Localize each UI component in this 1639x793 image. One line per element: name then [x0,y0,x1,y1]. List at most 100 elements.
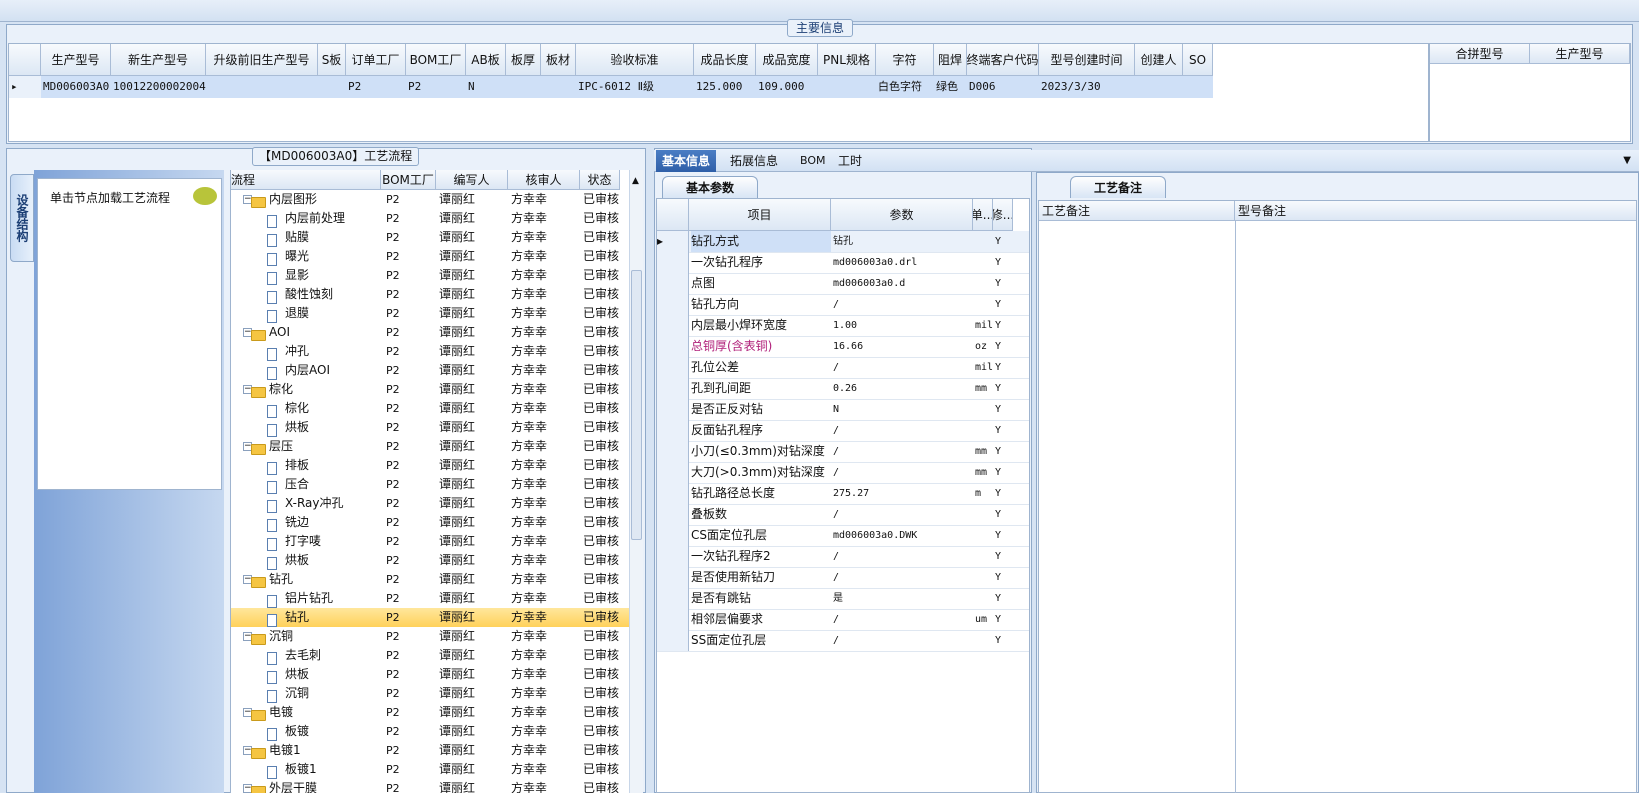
tree-node[interactable]: 沉铜 P2 谭丽红 方幸幸 已审核 [231,684,631,703]
tab-extended-info[interactable]: 拓展信息 [724,150,784,172]
column-header[interactable]: 验收标准 [576,44,694,76]
param-value[interactable]: 275.27 [833,483,973,504]
param-value[interactable]: / [833,567,973,588]
param-row[interactable]: ▸ 钻孔方式 钻孔 Y [657,231,1029,253]
param-row[interactable]: 孔位公差 / mil Y [657,357,1029,379]
table-cell[interactable]: 109.000 [756,76,818,98]
tree-node[interactable]: 内层AOI P2 谭丽红 方幸幸 已审核 [231,361,631,380]
subtab-process-notes[interactable]: 工艺备注 [1070,176,1166,198]
column-header[interactable]: 升级前旧生产型号 [206,44,318,76]
notes-grid[interactable]: 工艺备注 型号备注 [1038,200,1637,793]
param-row[interactable]: 内层最小焊环宽度 1.00 mil Y [657,315,1029,337]
table-cell[interactable]: 2023/3/30 [1039,76,1135,98]
tab-bom[interactable]: BOM [794,150,832,172]
row-selector-header[interactable] [9,44,41,76]
tree-node[interactable]: − 电镀 P2 谭丽红 方幸幸 已审核 [231,703,631,722]
param-value[interactable]: / [833,357,973,378]
row-indicator[interactable] [657,630,689,651]
row-indicator[interactable] [657,273,689,294]
table-cell[interactable] [506,76,541,98]
param-value[interactable]: md006003a0.drl [833,252,973,273]
process-notes-header[interactable]: 工艺备注 [1039,201,1235,220]
param-row[interactable]: 一次钻孔程序2 / Y [657,546,1029,568]
tree-column-header[interactable]: 核审人 [508,170,580,190]
column-header[interactable]: 生产型号 [1530,44,1630,64]
tree-node[interactable]: − 层压 P2 谭丽红 方幸幸 已审核 [231,437,631,456]
tab-basic-info[interactable]: 基本信息 [656,150,717,172]
dropdown-arrow-icon[interactable]: ▼ [1623,155,1631,166]
scroll-thumb[interactable] [631,270,642,540]
table-cell[interactable]: 125.000 [694,76,756,98]
row-indicator[interactable] [657,609,689,630]
subtab-basic-params[interactable]: 基本参数 [662,176,758,198]
tree-node[interactable]: 曝光 P2 谭丽红 方幸幸 已审核 [231,247,631,266]
row-indicator[interactable] [657,399,689,420]
tree-node[interactable]: − 钻孔 P2 谭丽红 方幸幸 已审核 [231,570,631,589]
tree-column-header[interactable]: 编写人 [436,170,508,190]
param-row[interactable]: 叠板数 / Y [657,504,1029,526]
row-indicator[interactable] [657,315,689,336]
row-indicator[interactable] [657,588,689,609]
tree-node[interactable]: 板镀1 P2 谭丽红 方幸幸 已审核 [231,760,631,779]
table-cell[interactable] [818,76,876,98]
row-indicator[interactable] [657,357,689,378]
param-row[interactable]: 钻孔方向 / Y [657,294,1029,316]
tree-node[interactable]: − 内层图形 P2 谭丽红 方幸幸 已审核 [231,190,631,209]
table-cell[interactable] [206,76,318,98]
column-header[interactable]: 合拼型号 [1430,44,1530,64]
column-header[interactable]: 创建人 [1135,44,1183,76]
column-header[interactable]: 板厚 [506,44,541,76]
row-indicator[interactable] [657,462,689,483]
table-cell[interactable]: MD006003A0 [41,76,111,98]
model-notes-header[interactable]: 型号备注 [1235,201,1636,220]
table-cell[interactable]: 绿色 [934,76,967,98]
tree-node[interactable]: 内层前处理 P2 谭丽红 方幸幸 已审核 [231,209,631,228]
param-row[interactable]: 点图 md006003a0.d Y [657,273,1029,295]
process-tree[interactable]: 流程 BOM工厂 编写人 核审人 状态 − 内层图形 P2 谭丽红 方幸幸 已审核 内层前处理 P2 谭… [230,170,643,793]
tree-node[interactable]: 烘板 P2 谭丽红 方幸幸 已审核 [231,665,631,684]
row-indicator[interactable] [657,525,689,546]
param-row[interactable]: 总铜厚(含表铜) 16.66 oz Y [657,336,1029,358]
param-value[interactable]: 钻孔 [833,231,973,252]
device-structure-tab[interactable]: 设备结构 [10,174,34,262]
column-header[interactable]: 生产型号 [41,44,111,76]
table-cell[interactable]: P2 [406,76,466,98]
table-cell[interactable]: 10012200002004 [111,76,206,98]
tree-column-header[interactable]: BOM工厂 [381,170,436,190]
tree-node[interactable]: 显影 P2 谭丽红 方幸幸 已审核 [231,266,631,285]
row-indicator[interactable] [657,420,689,441]
tree-node[interactable]: 钻孔 P2 谭丽红 方幸幸 已审核 [231,608,631,627]
param-row[interactable]: 钻孔路径总长度 275.27 m Y [657,483,1029,505]
table-cell[interactable]: D006 [967,76,1039,98]
main-grid[interactable]: 生产型号 新生产型号 升级前旧生产型号 S板 订单工厂 BOM工厂 AB板 板厚 板材 验收标准成… [8,43,1429,142]
param-column-header[interactable]: 项目 [689,199,831,231]
param-row[interactable]: 相邻层偏要求 / um Y [657,609,1029,631]
tree-node[interactable]: − 沉铜 P2 谭丽红 方幸幸 已审核 [231,627,631,646]
param-value[interactable]: / [833,441,973,462]
table-cell[interactable] [318,76,346,98]
param-row[interactable]: 孔到孔间距 0.26 mm Y [657,378,1029,400]
column-header[interactable]: 成品宽度 [756,44,818,76]
param-value[interactable]: / [833,504,973,525]
param-value[interactable]: md006003a0.d [833,273,973,294]
row-indicator-icon[interactable]: ▸ [9,76,41,98]
param-value[interactable]: 1.00 [833,315,973,336]
param-column-header[interactable]: 参数 [831,199,973,231]
param-row[interactable]: 是否有跳钻 是 Y [657,588,1029,610]
column-header[interactable]: 阻焊 [934,44,967,76]
column-header[interactable]: 订单工厂 [346,44,406,76]
tree-node[interactable]: 棕化 P2 谭丽红 方幸幸 已审核 [231,399,631,418]
tree-node[interactable]: 烘板 P2 谭丽红 方幸幸 已审核 [231,551,631,570]
tree-column-header[interactable]: 流程 [231,170,381,190]
tree-node[interactable]: 去毛刺 P2 谭丽红 方幸幸 已审核 [231,646,631,665]
param-value[interactable]: md006003a0.DWK [833,525,973,546]
tree-node[interactable]: 贴膜 P2 谭丽红 方幸幸 已审核 [231,228,631,247]
tree-node[interactable]: − 电镀1 P2 谭丽红 方幸幸 已审核 [231,741,631,760]
param-row[interactable]: 大刀(>0.3mm)对钻深度 / mm Y [657,462,1029,484]
param-row[interactable]: CS面定位孔层 md006003a0.DWK Y [657,525,1029,547]
row-selector-header[interactable] [657,199,689,231]
tree-node[interactable]: X-Ray冲孔 P2 谭丽红 方幸幸 已审核 [231,494,631,513]
param-column-header[interactable]: 单... [973,199,993,231]
row-indicator[interactable] [657,336,689,357]
column-header[interactable]: 终端客户代码 [967,44,1039,76]
